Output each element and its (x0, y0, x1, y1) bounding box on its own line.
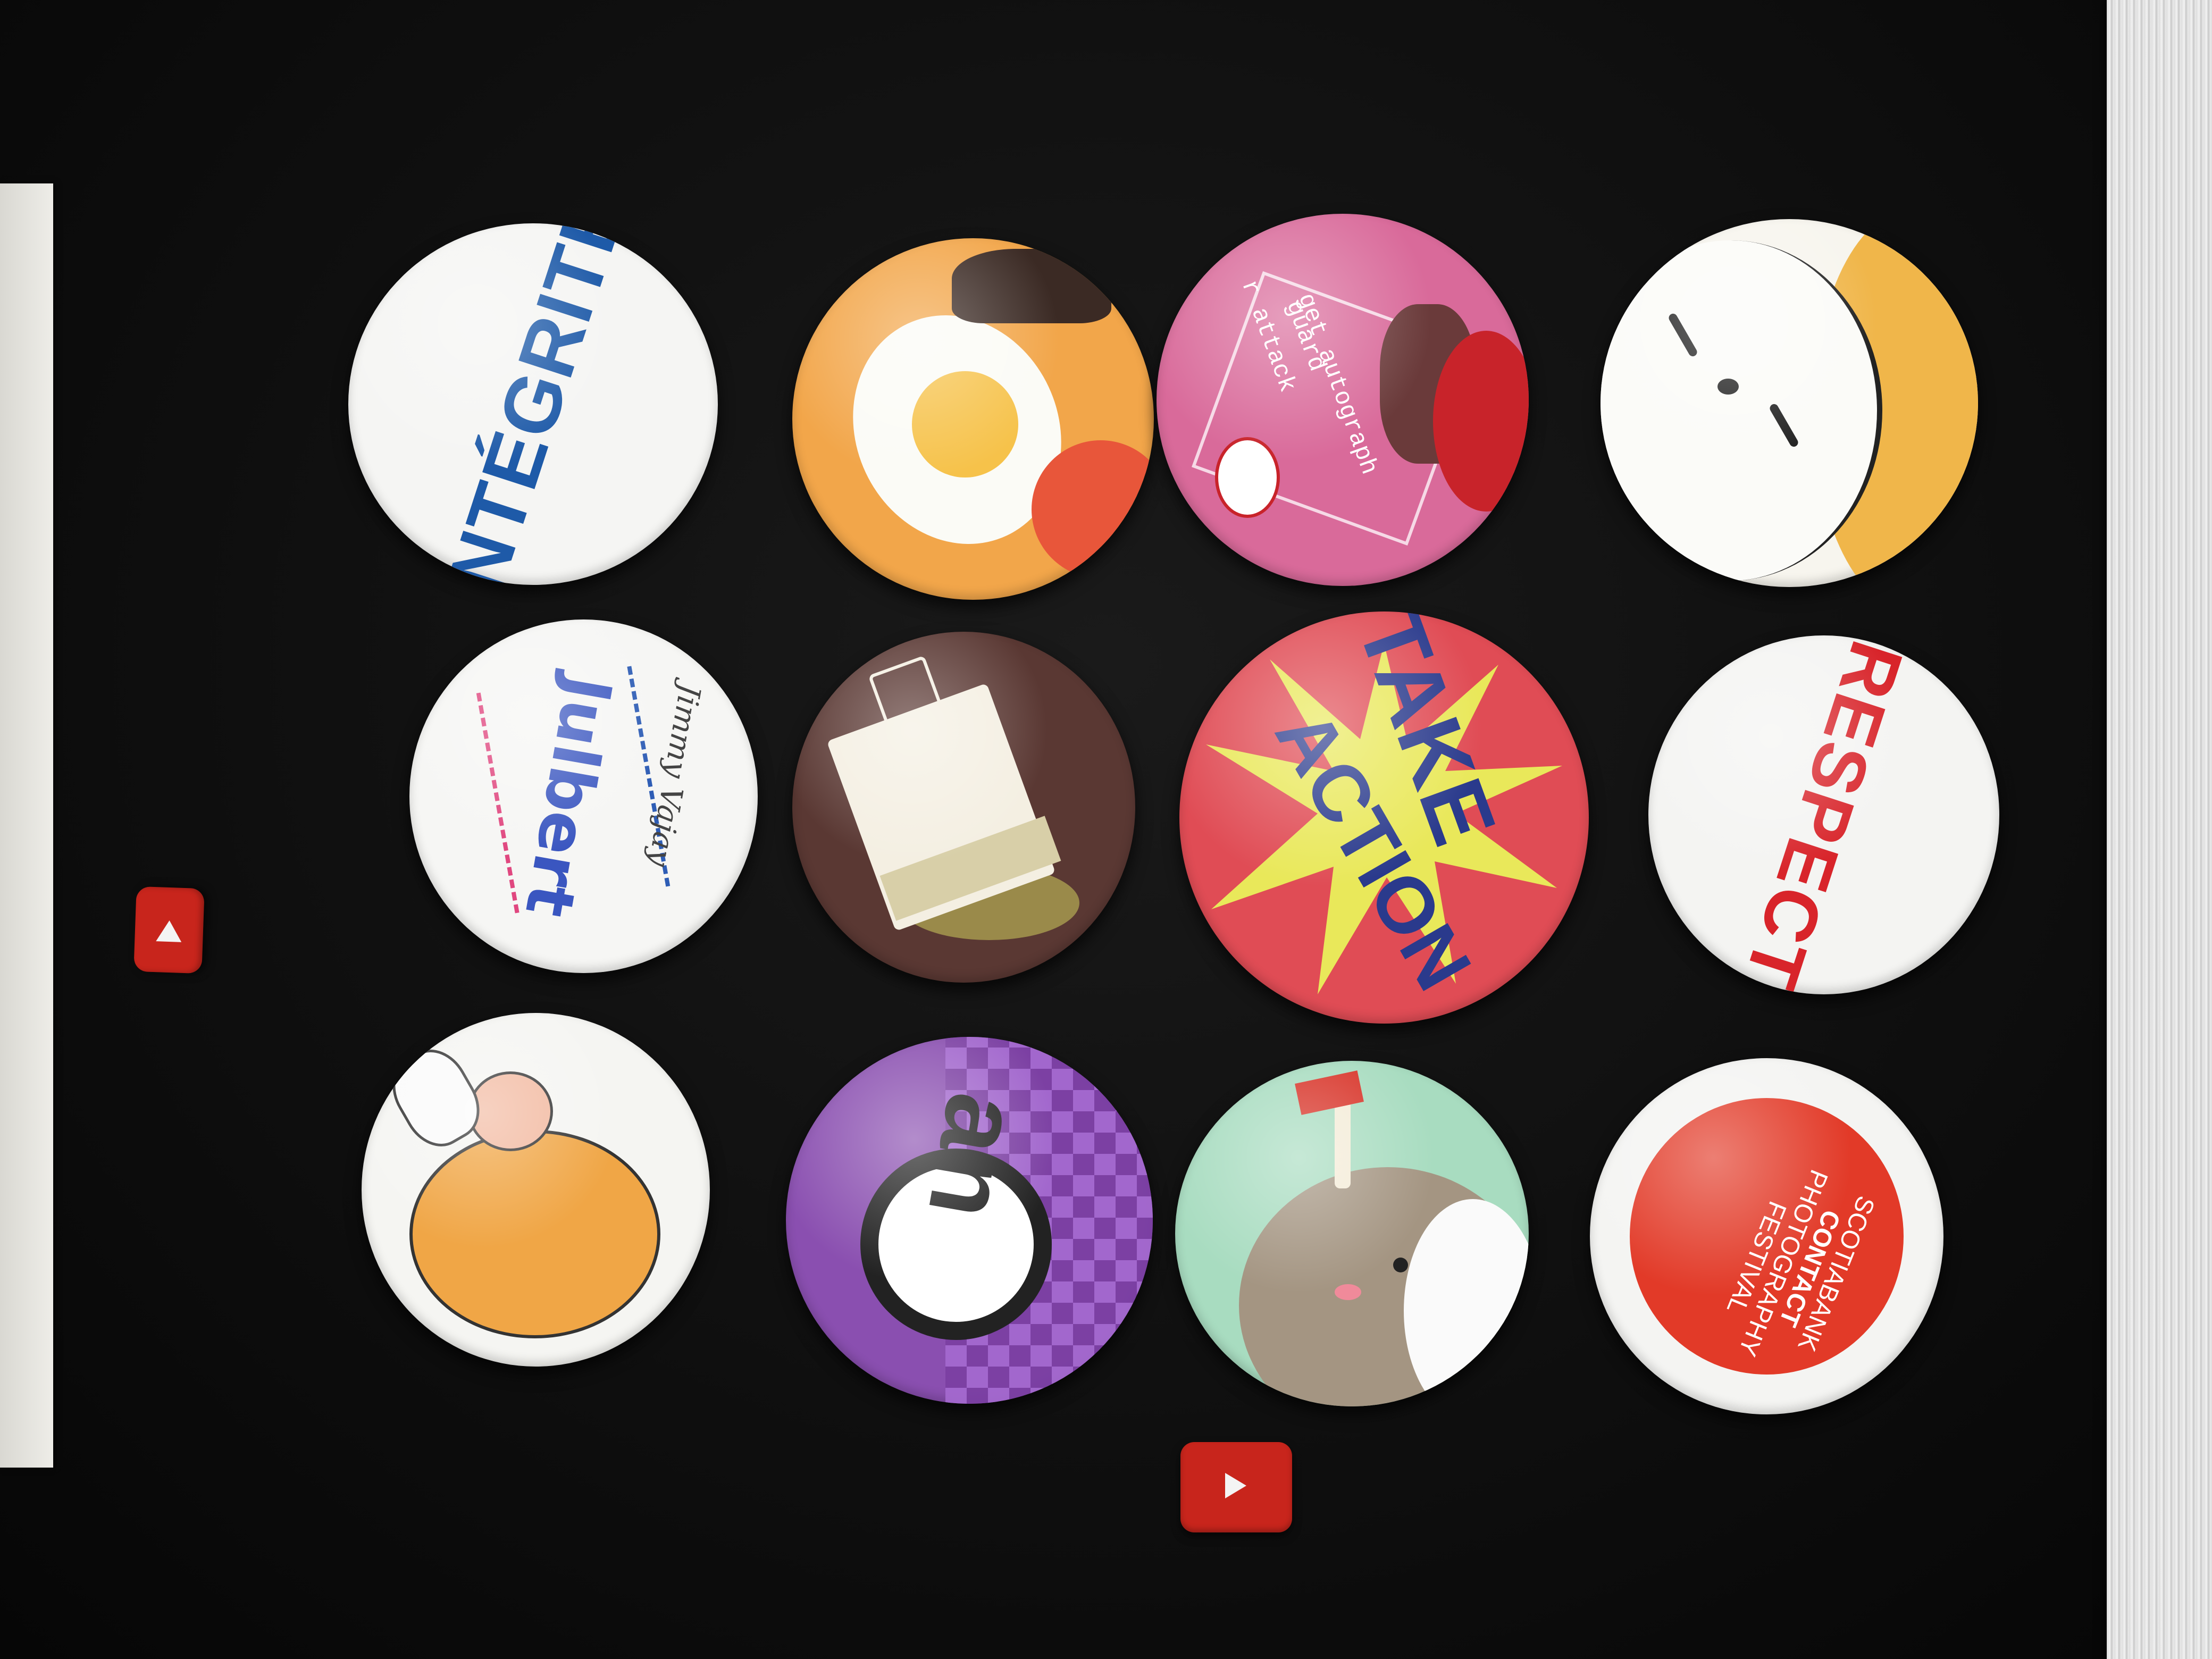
narwhal-eye (1393, 1258, 1408, 1272)
respect-text: RESPECT (1729, 635, 1920, 994)
badge-autograph: r attack guard get autograph (1157, 214, 1529, 586)
egg-yolk (912, 371, 1018, 477)
sleeper-hands (468, 1071, 553, 1151)
julbert-signature: Jimmy Vajay (641, 681, 707, 869)
badge-narwhal (1175, 1061, 1529, 1406)
badge-sleeper (362, 1013, 710, 1367)
badge-respect: RESPECT (1648, 635, 1999, 994)
youtube-token-left (133, 886, 205, 974)
integrite-text: INTÉGRITÉ (423, 223, 643, 585)
narwhal-cheek (1335, 1284, 1361, 1300)
sleeper-shoe (380, 1038, 492, 1158)
right-paper-stack (2107, 0, 2212, 1659)
an-text: an (906, 1085, 1044, 1228)
dark-nori (952, 249, 1111, 323)
badge-take-action: TAKE ACTION (1179, 611, 1589, 1024)
dark-table-surface: INTÉGRITÉ r attack guard get autograph J… (0, 0, 2212, 1659)
badge-integrite: INTÉGRITÉ (348, 223, 718, 585)
badge-cat (1601, 219, 1978, 587)
cat-nose (1717, 379, 1739, 395)
sleeper-body (409, 1130, 660, 1338)
badge-julbert: Julbert Jimmy Vajay (409, 619, 758, 973)
badge-an-logo: an (786, 1037, 1153, 1404)
play-icon (156, 920, 182, 942)
left-paper-sheet (0, 183, 53, 1468)
play-icon (1225, 1473, 1246, 1498)
narwhal-flag (1295, 1070, 1364, 1115)
an-logo-small (1215, 437, 1280, 518)
badge-egg (792, 238, 1154, 600)
badge-contact: SCOTIABANK CONTACT PHOTOGRAPHY FESTIVAL (1590, 1058, 1943, 1414)
badge-teabag (792, 632, 1135, 983)
youtube-token-bottom (1180, 1442, 1292, 1532)
